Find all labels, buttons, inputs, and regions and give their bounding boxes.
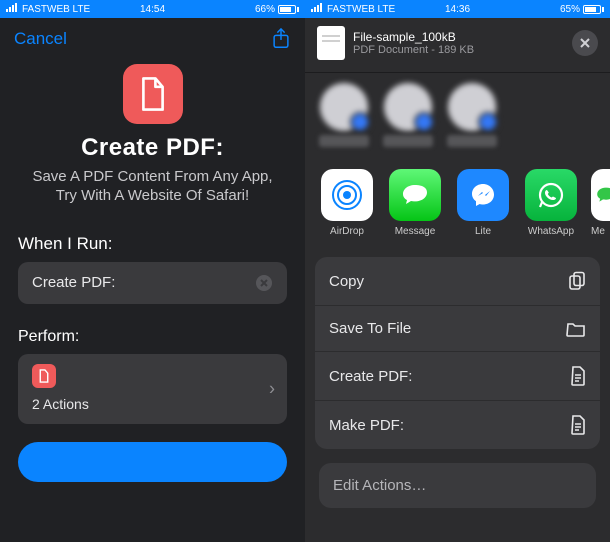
action-label: Create PDF: (329, 368, 412, 385)
battery-percent: 65% (560, 4, 580, 15)
contact-item[interactable] (447, 83, 497, 147)
action-make-pdf[interactable]: Make PDF: (315, 401, 600, 449)
action-label: Copy (329, 273, 364, 290)
signal-bars-icon (6, 3, 18, 15)
folder-icon (566, 321, 586, 337)
when-i-run-label: When I Run: (0, 234, 305, 254)
contact-name (383, 135, 433, 147)
airdrop-contacts-row (305, 73, 610, 155)
avatar (320, 83, 368, 131)
whatsapp-icon (525, 169, 577, 221)
edit-actions-button[interactable]: Edit Actions… (319, 463, 596, 508)
message-icon (389, 169, 441, 221)
signal-bars-icon (311, 3, 323, 15)
message-alt-icon (591, 169, 610, 221)
contact-item[interactable] (319, 83, 369, 147)
cancel-button[interactable]: Cancel (14, 29, 67, 49)
contact-name (319, 135, 369, 147)
avatar (384, 83, 432, 131)
action-tile-icon (32, 364, 56, 388)
shortcut-subtitle: Save A PDF Content From Any App, Try Wit… (18, 168, 287, 206)
action-save-to-file[interactable]: Save To File (315, 306, 600, 352)
action-create-pdf[interactable]: Create PDF: (315, 352, 600, 401)
avatar (448, 83, 496, 131)
perform-label: Perform: (0, 328, 305, 346)
action-copy[interactable]: Copy (315, 257, 600, 306)
shortcut-title: Create PDF: (18, 134, 287, 162)
document-icon (570, 366, 586, 386)
app-label: WhatsApp (528, 226, 574, 237)
action-label: Make PDF: (329, 417, 404, 434)
app-label: Message (395, 226, 436, 237)
share-sheet-pane: FASTWEB LTE 14:36 65% File-sample_100kB … (305, 0, 610, 542)
action-label: Save To File (329, 320, 411, 337)
primary-action-button[interactable] (18, 442, 287, 482)
share-apps-row: AirDrop Message Lite WhatsApp Me (305, 155, 610, 247)
shortcut-app-tile (123, 64, 183, 124)
status-bar: FASTWEB LTE 14:54 66% (0, 0, 305, 18)
battery-percent: 66% (255, 4, 275, 15)
carrier-label: FASTWEB LTE (22, 4, 90, 15)
battery-icon (583, 5, 604, 14)
contact-item[interactable] (383, 83, 433, 147)
close-button[interactable] (572, 30, 598, 56)
document-icon (570, 415, 586, 435)
document-name: File-sample_100kB (353, 30, 474, 44)
carrier-label: FASTWEB LTE (327, 4, 395, 15)
app-whatsapp[interactable]: WhatsApp (523, 169, 579, 237)
app-label: Me (591, 226, 610, 237)
app-label: AirDrop (330, 226, 364, 237)
app-more[interactable]: Me (591, 169, 610, 237)
status-time: 14:54 (140, 4, 165, 15)
app-airdrop[interactable]: AirDrop (319, 169, 375, 237)
airdrop-icon (321, 169, 373, 221)
share-actions-list: Copy Save To File Create PDF: Make PDF: (315, 257, 600, 449)
perform-actions-row[interactable]: 2 Actions › (18, 354, 287, 424)
share-icon[interactable] (271, 28, 291, 50)
when-run-row[interactable]: Create PDF: (18, 262, 287, 304)
contact-name (447, 135, 497, 147)
messenger-icon (457, 169, 509, 221)
document-meta: PDF Document - 189 KB (353, 44, 474, 56)
app-label: Lite (475, 226, 491, 237)
when-run-value: Create PDF: (32, 274, 115, 291)
app-messenger-lite[interactable]: Lite (455, 169, 511, 237)
app-message[interactable]: Message (387, 169, 443, 237)
copy-icon (568, 271, 586, 291)
chevron-right-icon: › (269, 378, 275, 399)
document-thumb-icon (317, 26, 345, 60)
shortcut-detail-pane: FASTWEB LTE 14:54 66% Cancel Create PDF:… (0, 0, 305, 542)
status-bar: FASTWEB LTE 14:36 65% (305, 0, 610, 18)
battery-icon (278, 5, 299, 14)
clear-icon[interactable] (255, 274, 273, 292)
share-sheet-header: File-sample_100kB PDF Document - 189 KB (305, 18, 610, 73)
status-time: 14:36 (445, 4, 470, 15)
actions-count: 2 Actions (32, 396, 273, 412)
